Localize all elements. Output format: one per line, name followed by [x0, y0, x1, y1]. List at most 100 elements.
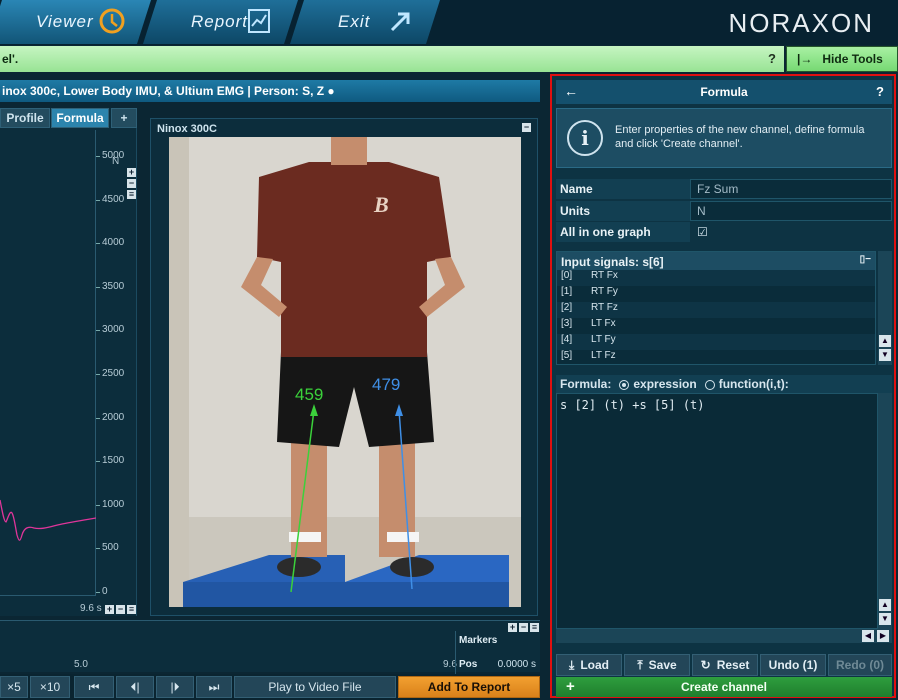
units-row: Units N [556, 201, 892, 221]
y-tick-label: 4000 [95, 237, 125, 249]
video-image: B [169, 137, 521, 607]
all-in-one-checkbox[interactable]: ☑ [697, 225, 708, 239]
signal-row[interactable]: [2] RT Fz [557, 302, 875, 318]
function-radio[interactable]: function(i,t): [704, 377, 789, 391]
signals-scroll-down-button[interactable]: ▼ [879, 349, 891, 361]
formula-panel: ← Formula ? i Enter properties of the ne… [550, 74, 896, 698]
create-channel-button[interactable]: + Create channel [556, 677, 892, 697]
plus-icon: + [566, 678, 575, 695]
formula-panel-title: Formula [700, 85, 748, 99]
signal-name: LT Fx [591, 318, 616, 329]
formula-panel-header: ← Formula ? [556, 80, 892, 104]
menu-x-button[interactable]: ≡ [127, 605, 136, 614]
collapse-icon[interactable]: ▯− [860, 254, 871, 265]
exit-tab[interactable]: Exit [290, 0, 440, 44]
zoom-in-x-button[interactable]: + [105, 605, 114, 614]
function-label: function(i,t): [718, 377, 789, 391]
y-tick-label: 3000 [95, 324, 125, 336]
signal-row[interactable]: [1] RT Fy [557, 286, 875, 302]
y-tick-label: 1000 [95, 498, 125, 510]
right-force-value: 479 [372, 375, 401, 394]
name-input[interactable]: Fz Sum [690, 179, 892, 199]
formula-actions: ⤓ Load ⤒ Save ↻ Reset Undo (1) Redo (0) [556, 654, 892, 676]
reset-button[interactable]: ↻ Reset [692, 654, 758, 676]
signal-name: RT Fx [591, 270, 618, 281]
y-tick-label: 0 [96, 586, 108, 597]
info-box: i Enter properties of the new channel, d… [556, 108, 892, 168]
units-label: Units [556, 201, 690, 221]
video-minimize-button[interactable]: − [522, 123, 531, 132]
save-label: Save [648, 658, 677, 672]
report-icon [244, 6, 274, 36]
signal-name: LT Fy [591, 334, 616, 345]
speed-x10-button[interactable]: ×10 [30, 676, 70, 698]
download-icon: ⤓ [569, 657, 575, 672]
force-plot[interactable] [0, 130, 97, 596]
video-title: Ninox 300C [157, 123, 217, 135]
timeline[interactable]: 5.0 9.6 + − ≡ Markers Pos 0.0000 s [0, 620, 540, 675]
all-in-one-label: All in one graph [556, 222, 690, 242]
info-icon: i [567, 120, 603, 156]
menu-y-button[interactable]: ≡ [127, 190, 136, 199]
viewer-tab-label: Viewer [36, 12, 94, 31]
formula-scroll-down-button[interactable]: ▼ [879, 613, 891, 625]
formula-hscrollbar[interactable]: ◀ ▶ [556, 629, 892, 643]
viewer-icon [97, 6, 127, 36]
skip-end-button[interactable]: ⏭ [196, 676, 232, 698]
speed-x5-button[interactable]: ×5 [0, 676, 28, 698]
y-tick-label: 2000 [95, 411, 125, 423]
top-navigation: Viewer Report Exit NORAXON [0, 0, 898, 45]
signals-scroll-up-button[interactable]: ▲ [879, 335, 891, 347]
step-back-button[interactable]: ⏴| [116, 676, 154, 698]
save-button[interactable]: ⤒ Save [624, 654, 690, 676]
play-to-video-file-button[interactable]: Play to Video File [234, 676, 396, 698]
report-tab[interactable]: Report [143, 0, 298, 44]
signal-row[interactable]: [4] LT Fy [557, 334, 875, 350]
expression-radio-dot [619, 379, 630, 390]
video-panel: Ninox 300C − B 459 479 [150, 118, 538, 616]
scroll-right-button[interactable]: ▶ [877, 630, 889, 642]
signal-row[interactable]: [5] LT Fz [557, 350, 875, 364]
formula-label: Formula: [560, 377, 612, 391]
signals-scrollbar[interactable]: ▲ ▼ [878, 251, 892, 365]
reset-icon: ↻ [700, 658, 711, 672]
load-button[interactable]: ⤓ Load [556, 654, 622, 676]
create-channel-label: Create channel [680, 680, 768, 694]
zoom-in-y-button[interactable]: + [127, 168, 136, 177]
timeline-tick-mid: 5.0 [74, 659, 88, 670]
tab-formula[interactable]: Formula [51, 108, 109, 128]
back-arrow-icon[interactable]: ← [564, 83, 578, 99]
viewer-tab[interactable]: Viewer [0, 0, 151, 44]
formula-help-button[interactable]: ? [876, 84, 884, 99]
step-back-icon: ⏴| [130, 679, 140, 694]
signal-row[interactable]: [0] RT Fx [557, 270, 875, 286]
video-frame[interactable]: B 459 479 [169, 137, 521, 607]
load-label: Load [580, 658, 609, 672]
playback-toolbar: ×5 ×10 ⏮ ⏴| |⏵ ⏭ Play to Video File Add … [0, 674, 540, 700]
formula-scroll-up-button[interactable]: ▲ [879, 599, 891, 611]
step-forward-button[interactable]: |⏵ [156, 676, 194, 698]
add-to-report-button[interactable]: Add To Report [398, 676, 540, 698]
signal-name: RT Fy [591, 286, 618, 297]
message-bar: el'. ? [0, 46, 784, 72]
formula-editor[interactable]: s [2] (t) +s [5] (t) [556, 393, 878, 629]
skip-start-button[interactable]: ⏮ [74, 676, 114, 698]
undo-button[interactable]: Undo (1) [760, 654, 826, 676]
all-in-one-cell: ☑ [690, 222, 892, 242]
signal-index: [0] [561, 270, 573, 281]
tab-profile[interactable]: Profile [0, 108, 50, 128]
signal-row[interactable]: [3] LT Fx [557, 318, 875, 334]
zoom-out-x-button[interactable]: − [116, 605, 125, 614]
add-tab-button[interactable]: + [111, 108, 137, 128]
message-text: el'. [2, 52, 19, 66]
scroll-left-button[interactable]: ◀ [862, 630, 874, 642]
input-signals-header: Input signals: s[6] ▯− [557, 252, 875, 270]
expression-radio[interactable]: expression [619, 377, 697, 391]
hide-tools-button[interactable]: |→ Hide Tools [786, 46, 898, 72]
units-input[interactable]: N [690, 201, 892, 221]
signal-index: [1] [561, 286, 573, 297]
message-help-button[interactable]: ? [768, 51, 776, 66]
redo-button[interactable]: Redo (0) [828, 654, 892, 676]
zoom-out-y-button[interactable]: − [127, 179, 136, 188]
formula-scrollbar[interactable]: ▲ ▼ [878, 393, 892, 629]
